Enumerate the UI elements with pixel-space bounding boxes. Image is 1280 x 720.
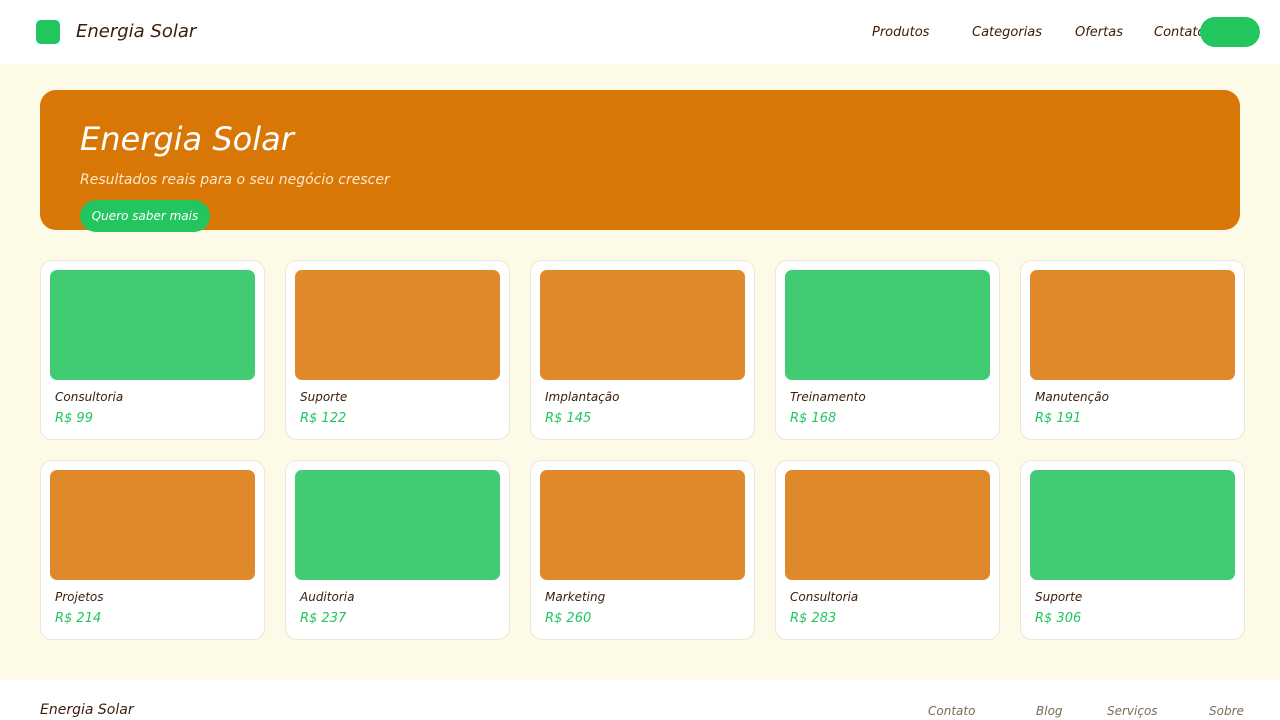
- product-price: R$ 237: [300, 611, 347, 626]
- product-image: [50, 270, 255, 380]
- footer-link-blog[interactable]: Blog: [1036, 703, 1063, 719]
- product-price: R$ 214: [55, 611, 102, 626]
- nav-contato[interactable]: Contato: [1154, 24, 1205, 41]
- product-price: R$ 122: [300, 411, 347, 426]
- product-card[interactable]: Projetos R$ 214: [40, 460, 265, 640]
- footer-link-sobre[interactable]: Sobre: [1209, 703, 1244, 719]
- nav-produtos[interactable]: Produtos: [872, 24, 929, 41]
- product-image: [50, 470, 255, 580]
- product-name: Manutenção: [1035, 390, 1109, 404]
- product-price: R$ 260: [545, 611, 592, 626]
- top-navbar: Energia Solar Produtos Categorias Oferta…: [0, 0, 1280, 64]
- hero-title: Energia Solar: [80, 120, 294, 158]
- product-price: R$ 145: [545, 411, 592, 426]
- product-image: [295, 470, 500, 580]
- product-price: R$ 168: [790, 411, 837, 426]
- product-card[interactable]: Suporte R$ 306: [1020, 460, 1245, 640]
- product-card[interactable]: Implantação R$ 145: [530, 260, 755, 440]
- product-name: Consultoria: [790, 590, 859, 604]
- product-image: [540, 270, 745, 380]
- header-cta-button[interactable]: [1200, 17, 1260, 47]
- product-image: [785, 470, 990, 580]
- nav-ofertas[interactable]: Ofertas: [1075, 24, 1123, 41]
- product-name: Projetos: [55, 590, 104, 604]
- product-name: Suporte: [300, 390, 348, 404]
- footer-brand: Energia Solar: [40, 702, 134, 718]
- hero-cta-button[interactable]: Quero saber mais: [80, 200, 210, 232]
- product-price: R$ 283: [790, 611, 837, 626]
- footer: Energia Solar Contato Blog Serviços Sobr…: [0, 680, 1280, 720]
- product-name: Implantação: [545, 390, 620, 404]
- product-card[interactable]: Consultoria R$ 99: [40, 260, 265, 440]
- logo-icon[interactable]: [36, 20, 60, 44]
- product-card[interactable]: Auditoria R$ 237: [285, 460, 510, 640]
- hero-banner: Energia Solar Resultados reais para o se…: [40, 90, 1240, 232]
- product-name: Consultoria: [55, 390, 124, 404]
- hero-subtitle: Resultados reais para o seu negócio cres…: [80, 172, 390, 188]
- product-image: [785, 270, 990, 380]
- product-card[interactable]: Treinamento R$ 168: [775, 260, 1000, 440]
- product-name: Marketing: [545, 590, 606, 604]
- product-name: Suporte: [1035, 590, 1083, 604]
- footer-link-servicos[interactable]: Serviços: [1107, 703, 1158, 719]
- footer-link-contato[interactable]: Contato: [928, 703, 975, 719]
- brand-name[interactable]: Energia Solar: [76, 19, 196, 45]
- product-name: Auditoria: [300, 590, 355, 604]
- product-card[interactable]: Suporte R$ 122: [285, 260, 510, 440]
- nav-categorias[interactable]: Categorias: [972, 24, 1042, 41]
- product-name: Treinamento: [790, 390, 866, 404]
- product-card[interactable]: Consultoria R$ 283: [775, 460, 1000, 640]
- product-price: R$ 306: [1035, 611, 1082, 626]
- product-price: R$ 99: [55, 411, 93, 426]
- product-card[interactable]: Manutenção R$ 191: [1020, 260, 1245, 440]
- product-price: R$ 191: [1035, 411, 1082, 426]
- product-image: [540, 470, 745, 580]
- product-image: [1030, 270, 1235, 380]
- product-image: [1030, 470, 1235, 580]
- product-card[interactable]: Marketing R$ 260: [530, 460, 755, 640]
- product-image: [295, 270, 500, 380]
